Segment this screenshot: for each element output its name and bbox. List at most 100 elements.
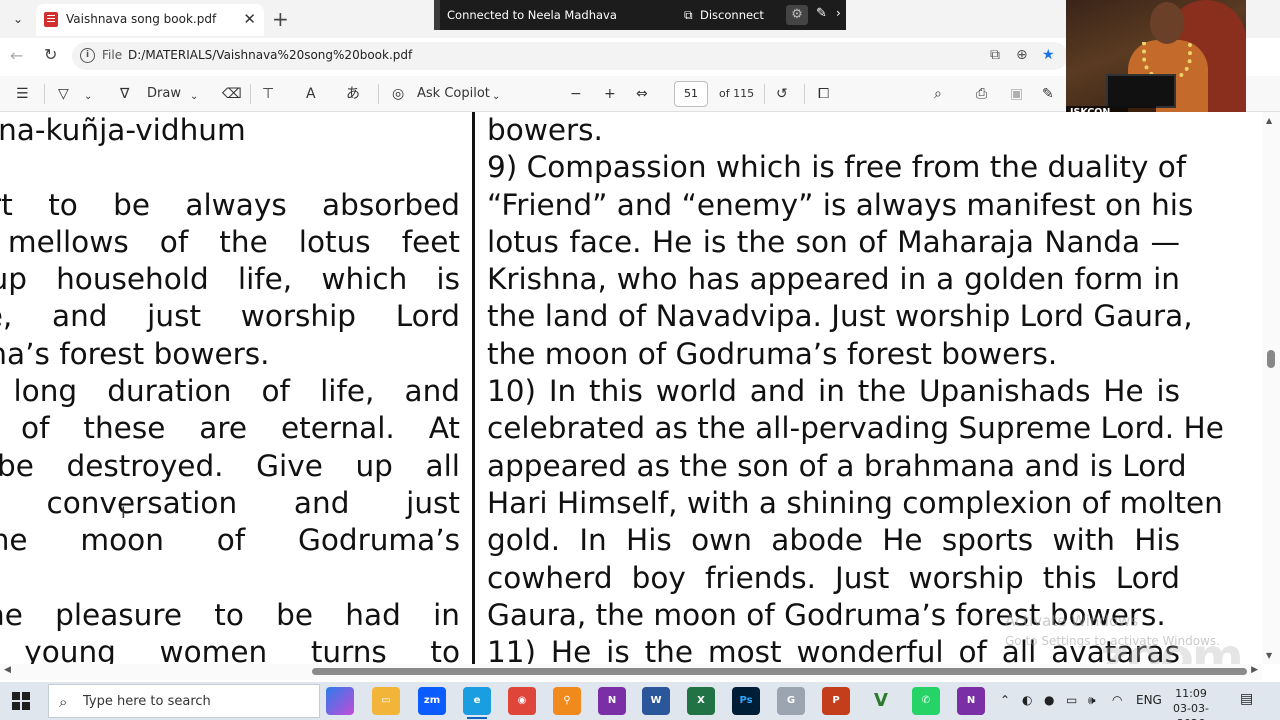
contents-list-icon[interactable]: ☰ bbox=[16, 85, 29, 103]
edge-browser-icon[interactable]: e bbox=[463, 687, 491, 719]
scroll-up-icon[interactable]: ▲ bbox=[1266, 116, 1272, 125]
left-text-line: — none of these are eternal. At bbox=[0, 411, 460, 446]
right-text-line: gold. In His own abode He sports with Hi… bbox=[487, 523, 1180, 558]
new-tab-icon[interactable]: + bbox=[272, 7, 289, 31]
banner-handle[interactable] bbox=[434, 0, 440, 30]
right-text-line: appeared as the son of a brahmana and is… bbox=[487, 448, 1187, 483]
copilot-icon[interactable]: ◎ bbox=[392, 85, 404, 103]
windows-taskbar: ⌕ Type here to search ▭ zm e ◉ ⚲ N W X P… bbox=[0, 682, 1280, 720]
excel-icon[interactable]: X bbox=[687, 687, 715, 715]
left-text-line: nd strife, and just worship Lord bbox=[0, 299, 460, 334]
url-path[interactable]: D:/MATERIALS/Vaishnava%20song%20book.pdf bbox=[128, 48, 412, 62]
copilot-chevron-icon[interactable]: ⌄ bbox=[492, 88, 500, 106]
zoom-out-icon[interactable]: − bbox=[570, 85, 582, 103]
favorite-star-icon[interactable]: ★ bbox=[1042, 47, 1055, 63]
chevron-right-icon[interactable]: › bbox=[836, 6, 841, 20]
speaker-face bbox=[1150, 2, 1184, 44]
scroll-down-icon[interactable]: ▼ bbox=[1266, 651, 1272, 660]
fit-width-icon[interactable]: ⇔ bbox=[636, 85, 648, 103]
back-arrow-icon[interactable]: ← bbox=[10, 46, 23, 65]
read-aloud-icon[interactable]: A bbox=[306, 85, 316, 103]
chrome-icon[interactable]: ◉ bbox=[508, 687, 536, 715]
toolbar-separator bbox=[764, 84, 765, 104]
draw-icon[interactable]: ∇ bbox=[120, 85, 129, 103]
taskbar-search-box[interactable]: ⌕ Type here to search bbox=[48, 684, 320, 718]
left-text-line: , youth, long duration of life, and bbox=[0, 374, 460, 409]
eraser-icon[interactable]: ⌫ bbox=[222, 85, 242, 103]
windows-start-icon[interactable] bbox=[12, 692, 30, 710]
browser-tab[interactable]: Vaishnava song book.pdf ✕ bbox=[36, 4, 264, 36]
tray-chevron-up-icon[interactable]: ⌃ bbox=[1000, 693, 1010, 707]
tab-close-icon[interactable]: ✕ bbox=[243, 10, 256, 28]
column-divider bbox=[472, 112, 475, 664]
text-box-icon[interactable]: ⊤ bbox=[262, 85, 274, 103]
whatsapp-icon[interactable]: ✆ bbox=[912, 687, 940, 715]
generic-app-icon[interactable]: G bbox=[777, 687, 805, 715]
left-text-line: mundane conversation and just bbox=[0, 485, 460, 520]
volume-icon[interactable]: 🕪 bbox=[1088, 693, 1096, 708]
disconnect-button[interactable]: Disconnect bbox=[700, 8, 764, 22]
highlight-icon[interactable]: ▽ bbox=[58, 85, 69, 103]
gear-icon[interactable]: ⚙ bbox=[786, 5, 808, 25]
file-explorer-icon[interactable]: ▭ bbox=[372, 687, 400, 715]
network-icon[interactable]: ◠ bbox=[1112, 693, 1122, 707]
right-text-line: the moon of Godruma’s forest bowers. bbox=[487, 336, 1058, 371]
pdf-document-view[interactable]: uma-kānana-kuñja-vidhum our heart to be … bbox=[0, 112, 1262, 664]
rotate-icon[interactable]: ↺ bbox=[776, 85, 788, 103]
scroll-left-icon[interactable]: ◀ bbox=[4, 665, 11, 675]
address-bar[interactable]: i File D:/MATERIALS/Vaishnava%20song%20b… bbox=[72, 42, 1068, 70]
language-indicator[interactable]: ENG bbox=[1136, 693, 1162, 707]
save-icon[interactable]: ▣ bbox=[1010, 85, 1023, 103]
photoshop-icon[interactable]: Ps bbox=[732, 687, 760, 715]
pdf-favicon-icon bbox=[44, 12, 58, 27]
battery-icon[interactable]: ▭ bbox=[1066, 693, 1077, 707]
reload-icon[interactable]: ↻ bbox=[44, 45, 57, 64]
vertical-scroll-thumb[interactable] bbox=[1267, 350, 1275, 368]
zoom-in-icon[interactable]: + bbox=[604, 85, 616, 103]
toolbar-separator bbox=[804, 84, 805, 104]
remote-session-banner: Connected to Neela Madhava ⧉ Disconnect … bbox=[434, 0, 846, 30]
tab-title: Vaishnava song book.pdf bbox=[66, 12, 217, 26]
highlight-chevron-icon[interactable]: ⌄ bbox=[84, 88, 92, 106]
horizontal-scrollbar[interactable]: ◀ ▶ bbox=[0, 664, 1262, 680]
tray-chrome-icon[interactable]: ● bbox=[1044, 693, 1054, 707]
right-text-line: 9) Compassion which is free from the dua… bbox=[487, 150, 1187, 185]
search-app-icon[interactable]: ⚲ bbox=[553, 687, 581, 715]
zoom-app-icon[interactable]: zm bbox=[418, 687, 446, 715]
toolbar-separator bbox=[378, 84, 379, 104]
right-text-line: celebrated as the all-pervading Supreme … bbox=[487, 411, 1224, 446]
zoom-icon[interactable]: ⊕ bbox=[1016, 47, 1028, 63]
word-icon[interactable]: W bbox=[642, 687, 670, 715]
copilot-app-icon[interactable] bbox=[326, 687, 354, 715]
page-count: of 115 bbox=[719, 87, 755, 100]
onenote-icon[interactable]: N bbox=[598, 687, 626, 715]
toolbar-separator bbox=[250, 84, 251, 104]
left-text-line: our heart to be always absorbed bbox=[0, 187, 460, 222]
draw-button[interactable]: Draw bbox=[147, 85, 181, 103]
system-clock[interactable]: 11:09 03-03-2026 bbox=[1164, 686, 1218, 720]
tab-list-chevron-icon[interactable]: ⌄ bbox=[8, 9, 28, 29]
draw-chevron-icon[interactable]: ⌄ bbox=[190, 88, 198, 106]
horizontal-scroll-thumb[interactable] bbox=[312, 668, 1247, 675]
laptop bbox=[1106, 74, 1176, 108]
search-icon[interactable]: ⌕ bbox=[934, 85, 942, 103]
page-view-icon[interactable]: ⧠ bbox=[818, 85, 829, 103]
scroll-right-icon[interactable]: ▶ bbox=[1251, 665, 1258, 675]
ask-copilot-button[interactable]: Ask Copilot bbox=[417, 85, 490, 103]
print-icon[interactable]: ⎙ bbox=[976, 85, 987, 103]
page-number-input[interactable]: 51 bbox=[674, 81, 708, 107]
powerpoint-icon[interactable]: P bbox=[822, 687, 850, 715]
save-as-icon[interactable]: ✎ bbox=[1042, 85, 1054, 103]
info-icon[interactable]: i bbox=[80, 48, 95, 63]
pin-icon[interactable]: ✎ bbox=[816, 6, 827, 21]
vector-app-icon[interactable]: V bbox=[867, 687, 895, 715]
disconnect-icon[interactable]: ⧉ bbox=[684, 8, 693, 23]
left-text-line bbox=[0, 560, 460, 597]
translate-text-icon[interactable]: あ bbox=[346, 85, 360, 103]
right-text-line: Hari Himself, with a shining complexion … bbox=[487, 485, 1223, 520]
vertical-scrollbar[interactable]: ▲ ▼ bbox=[1262, 112, 1280, 664]
onenote-alt-icon[interactable]: N bbox=[957, 687, 985, 715]
notifications-icon[interactable]: ▤ bbox=[1240, 691, 1253, 707]
tray-app-icon[interactable]: ◐ bbox=[1022, 693, 1032, 707]
translate-icon[interactable]: ⧉ bbox=[990, 47, 1000, 63]
